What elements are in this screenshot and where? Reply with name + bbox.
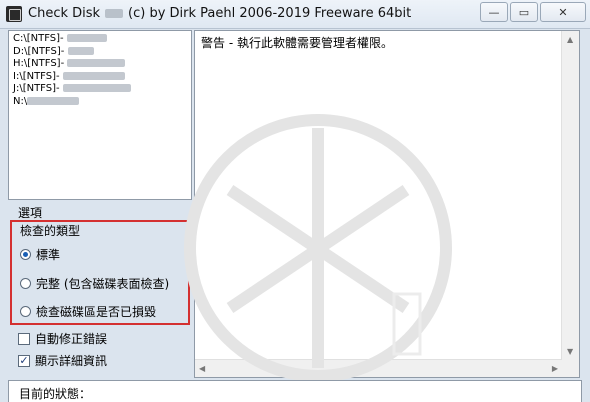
drive-name-redacted <box>66 34 107 42</box>
radio-dirty-check[interactable]: 檢查磁碟區是否已損毀 <box>20 303 156 320</box>
drive-name-redacted <box>67 59 126 67</box>
drive-item[interactable]: N:\ <box>13 96 187 109</box>
log-message: 警告 - 執行此軟體需要管理者權限。 <box>201 36 393 50</box>
checkbox-label: 自動修正錯誤 <box>35 332 108 346</box>
log-pane[interactable]: 警告 - 執行此軟體需要管理者權限。 ▲ ▼ ◀ ▶ <box>194 30 580 378</box>
version-redacted <box>105 9 124 18</box>
radio-standard[interactable]: 標準 <box>20 246 60 263</box>
vertical-scrollbar[interactable]: ▲ ▼ <box>561 31 579 360</box>
window-controls: — ▭ ✕ <box>478 2 586 22</box>
radio-label: 完整 (包含磁碟表面檢查) <box>36 277 170 291</box>
options-panel: 選項 檢查的類型 標準 完整 (包含磁碟表面檢查) 檢查磁碟區是否已損毀 自動修… <box>8 204 194 380</box>
status-bar: 目前的狀態： <box>8 380 582 402</box>
window-title: Check Disk (c) by Dirk Paehl 2006-2019 Fr… <box>28 6 411 21</box>
radio-checked-icon <box>20 249 31 260</box>
drive-list[interactable]: C:\[NTFS]- D:\[NTFS]- H:\[NTFS]- I:\[NTF… <box>8 30 192 200</box>
title-copyright: (c) by Dirk Paehl 2006-2019 Freeware 64b… <box>128 6 412 21</box>
radio-label: 檢查磁碟區是否已損毀 <box>36 305 157 319</box>
radio-unchecked-icon <box>20 306 31 317</box>
close-button[interactable]: ✕ <box>540 2 586 22</box>
status-label: 目前的狀態： <box>19 387 92 401</box>
scrollbar-corner <box>562 360 579 377</box>
app-icon <box>6 6 22 22</box>
drive-item[interactable]: D:\[NTFS]- <box>13 46 187 59</box>
horizontal-scrollbar[interactable]: ◀ ▶ <box>195 359 562 377</box>
checkbox-verbose[interactable]: ✓ 顯示詳細資訊 <box>18 352 107 369</box>
checkbox-checked-icon: ✓ <box>18 353 30 367</box>
drive-name-redacted <box>27 96 80 105</box>
scroll-up-icon[interactable]: ▲ <box>567 35 573 44</box>
drive-item[interactable]: J:\[NTFS]- <box>13 83 187 96</box>
radio-label: 標準 <box>36 248 61 262</box>
check-type-group: 檢查的類型 標準 完整 (包含磁碟表面檢查) 檢查磁碟區是否已損毀 <box>10 220 190 325</box>
drive-item[interactable]: H:\[NTFS]- <box>13 58 187 71</box>
drive-item[interactable]: I:\[NTFS]- <box>13 71 187 84</box>
drive-name-redacted <box>62 84 131 92</box>
check-type-title: 檢查的類型 <box>20 224 81 238</box>
options-title: 選項 <box>18 206 43 220</box>
radio-unchecked-icon <box>20 278 31 289</box>
drive-name-redacted <box>67 46 94 55</box>
checkbox-label: 顯示詳細資訊 <box>35 354 108 368</box>
title-app-name: Check Disk <box>28 6 101 21</box>
checkbox-auto-fix[interactable]: 自動修正錯誤 <box>18 330 107 347</box>
title-bar: Check Disk (c) by Dirk Paehl 2006-2019 Fr… <box>0 0 590 29</box>
scroll-down-icon[interactable]: ▼ <box>567 347 573 356</box>
checkbox-unchecked-icon <box>18 332 30 345</box>
scroll-right-icon[interactable]: ▶ <box>552 364 558 373</box>
maximize-button[interactable]: ▭ <box>510 2 538 22</box>
minimize-button[interactable]: — <box>480 2 508 22</box>
radio-full-surface[interactable]: 完整 (包含磁碟表面檢查) <box>20 275 169 292</box>
drive-item[interactable]: C:\[NTFS]- <box>13 33 187 46</box>
scroll-left-icon[interactable]: ◀ <box>199 364 205 373</box>
drive-name-redacted <box>62 71 125 80</box>
